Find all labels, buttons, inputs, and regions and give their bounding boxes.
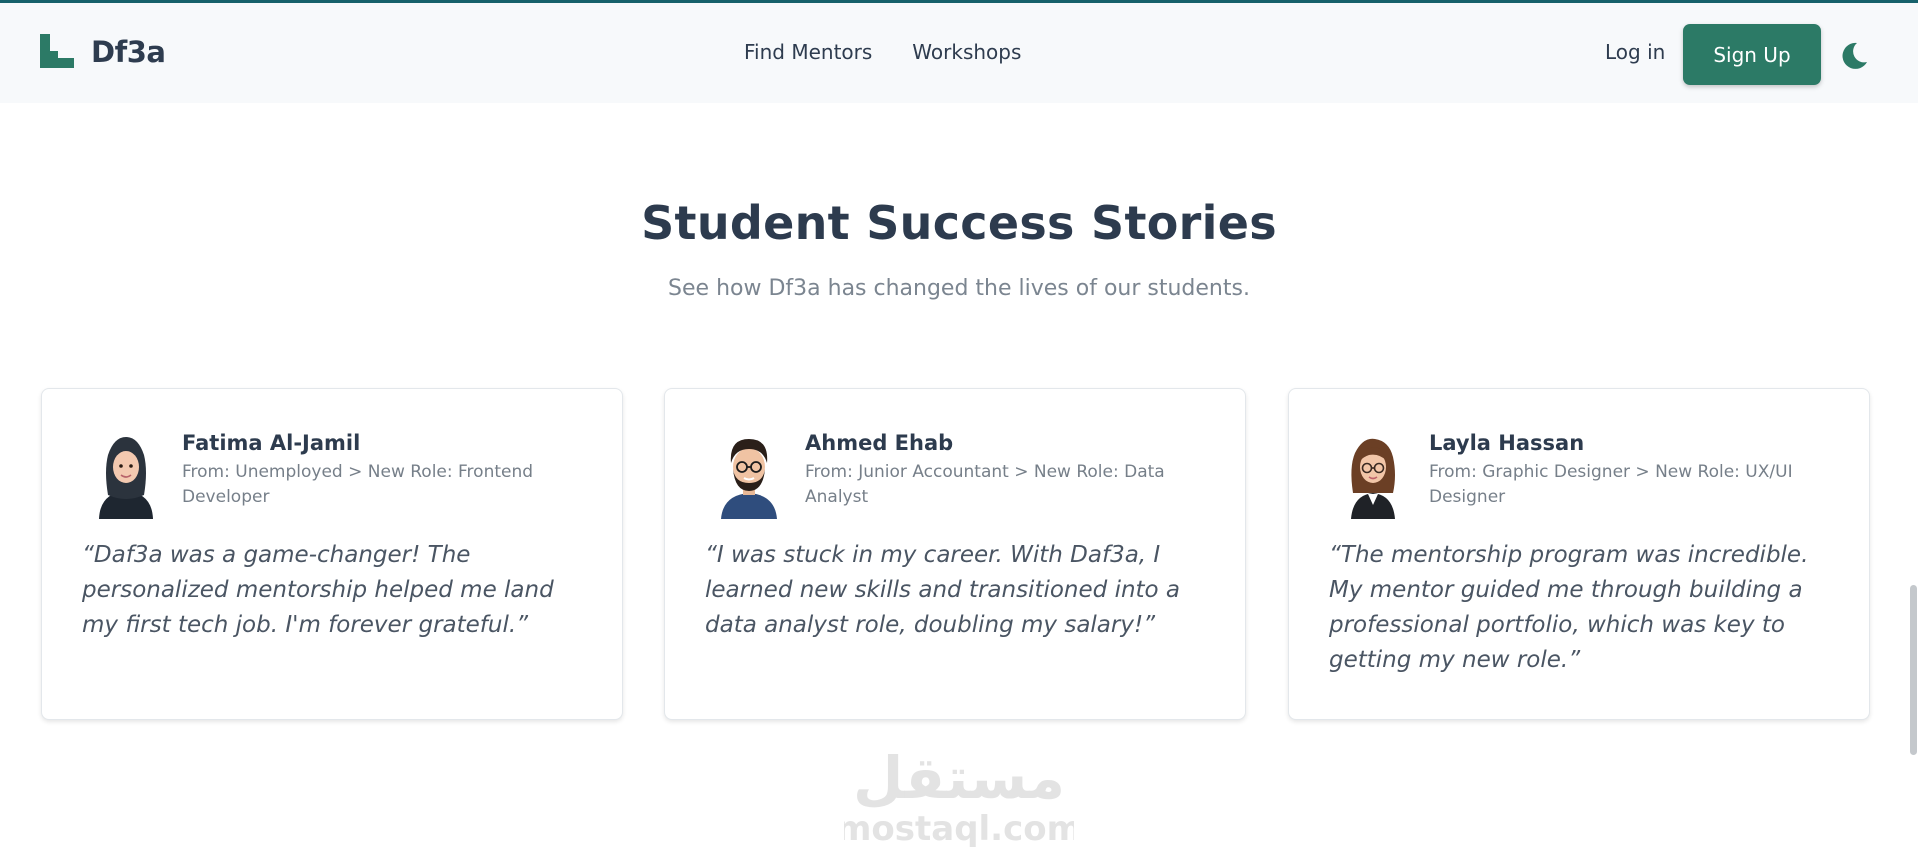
- testimonial-name: Ahmed Ehab: [805, 431, 954, 455]
- sign-up-button[interactable]: Sign Up: [1683, 24, 1821, 85]
- testimonial-quote: “The mentorship program was incredible. …: [1329, 542, 1809, 673]
- moon-icon[interactable]: [1838, 40, 1870, 72]
- woman-glasses-avatar-icon: [1341, 431, 1405, 519]
- testimonial-role: From: Graphic Designer > New Role: UX/UI…: [1429, 462, 1793, 507]
- testimonial-quote: “Daf3a was a game-changer! The personali…: [82, 542, 554, 638]
- brand-name: Df3a: [91, 35, 166, 69]
- nav-find-mentors[interactable]: Find Mentors: [744, 40, 872, 64]
- scrollbar-thumb[interactable]: [1910, 585, 1917, 755]
- testimonial-name: Layla Hassan: [1429, 431, 1585, 455]
- testimonial-role: From: Junior Accountant > New Role: Data…: [805, 462, 1165, 507]
- hijab-woman-avatar-icon: [94, 431, 158, 519]
- mostaql-watermark: مستقل mostaql.com: [844, 740, 1074, 850]
- testimonial-quote: “I was stuck in my career. With Daf3a, I…: [705, 542, 1181, 638]
- nav-workshops[interactable]: Workshops: [912, 40, 1021, 64]
- staircase-logo-icon: [40, 34, 76, 70]
- main-nav: Find Mentors Workshops: [744, 40, 1061, 64]
- login-link[interactable]: Log in: [1605, 40, 1665, 64]
- section-title: Student Success Stories: [641, 196, 1277, 250]
- testimonial-name: Fatima Al-Jamil: [182, 431, 361, 455]
- site-header: Df3a Find Mentors Workshops Log in Sign …: [0, 3, 1918, 103]
- testimonial-card: Ahmed Ehab From: Junior Accountant > New…: [664, 388, 1246, 720]
- section-subtitle: See how Df3a has changed the lives of ou…: [668, 276, 1250, 301]
- bearded-man-avatar-icon: [717, 431, 781, 519]
- brand-logo-link[interactable]: Df3a: [40, 34, 166, 70]
- svg-text:مستقل: مستقل: [853, 744, 1065, 812]
- testimonial-card: Layla Hassan From: Graphic Designer > Ne…: [1288, 388, 1870, 720]
- testimonial-role: From: Unemployed > New Role: Frontend De…: [182, 462, 534, 507]
- testimonial-card: Fatima Al-Jamil From: Unemployed > New R…: [41, 388, 623, 720]
- svg-text:mostaql.com: mostaql.com: [844, 809, 1074, 849]
